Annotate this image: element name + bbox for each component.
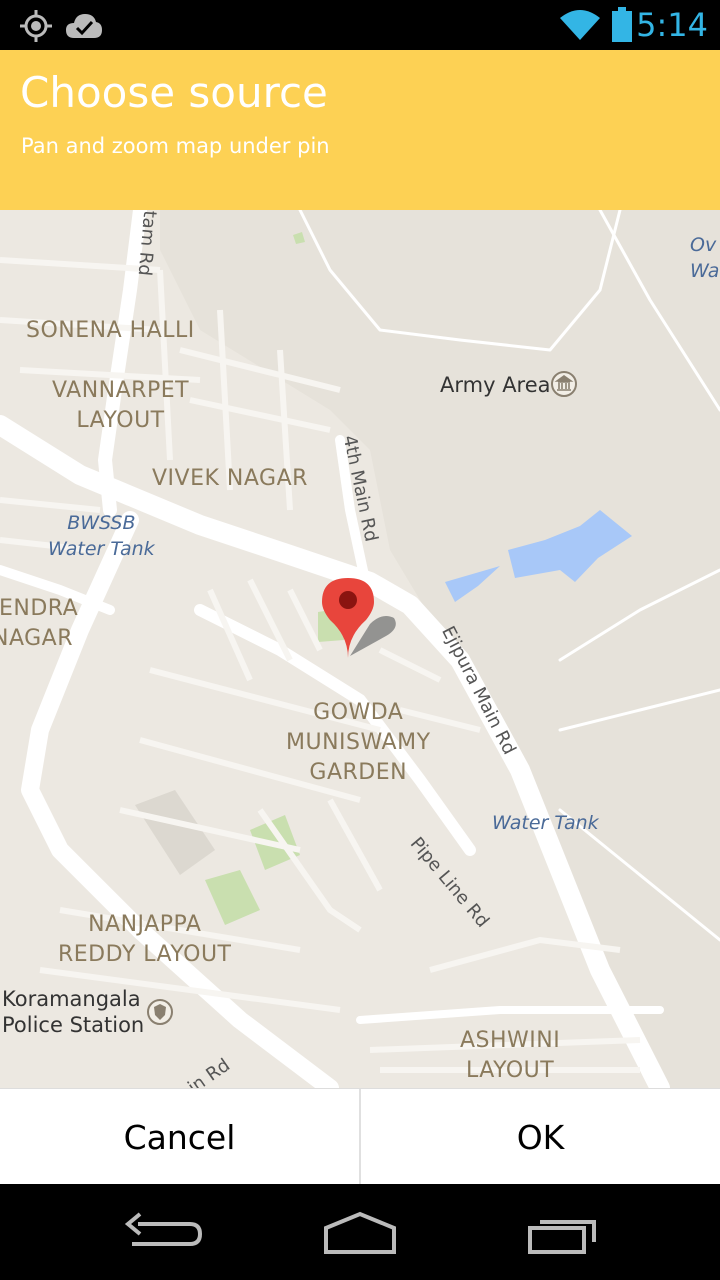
home-icon[interactable] — [310, 1204, 410, 1260]
map-area-label: VIVEK NAGAR — [152, 466, 308, 491]
battery-icon — [612, 7, 632, 42]
dialog-subtitle: Pan and zoom map under pin — [21, 134, 330, 158]
map-area-label: JENDRA NAGAR — [0, 596, 79, 651]
map-area-label: ASHWINI LAYOUT — [460, 1028, 561, 1083]
dialog-buttons: Cancel OK — [0, 1088, 720, 1185]
police-icon — [147, 999, 173, 1025]
ok-button[interactable]: OK — [361, 1089, 720, 1185]
map-area-label: GOWDA MUNISWAMY GARDEN — [286, 700, 431, 785]
museum-icon — [551, 371, 577, 397]
map-area-label: VANNARPET LAYOUT — [52, 378, 190, 433]
map-poi-label: Koramangala Police Station — [2, 987, 145, 1037]
map-poi-label: Army Area — [440, 373, 551, 397]
status-bar: 5:14 — [0, 0, 720, 50]
map-area-label: SONENA HALLI — [26, 318, 195, 343]
map-area-label: NANJAPPA REDDY LAYOUT — [58, 912, 232, 967]
map-view[interactable]: SONENA HALLI VANNARPET LAYOUT VIVEK NAGA… — [0, 210, 720, 1088]
map-poi-label: Water Tank — [492, 812, 599, 834]
clock: 5:14 — [636, 6, 708, 44]
map-poi-label: Ov Wa — [690, 234, 720, 282]
recent-apps-icon[interactable] — [512, 1204, 612, 1260]
back-icon[interactable] — [110, 1204, 210, 1260]
cancel-button[interactable]: Cancel — [0, 1089, 359, 1185]
dialog-title: Choose source — [20, 68, 328, 117]
map-pin-icon — [322, 578, 396, 658]
wifi-icon — [560, 10, 600, 40]
cloud-check-icon — [66, 14, 102, 38]
navigation-bar — [0, 1184, 720, 1280]
dialog-header: Choose source Pan and zoom map under pin — [0, 50, 720, 210]
gps-icon — [20, 10, 52, 42]
map-poi-label: BWSSB Water Tank — [48, 512, 155, 560]
